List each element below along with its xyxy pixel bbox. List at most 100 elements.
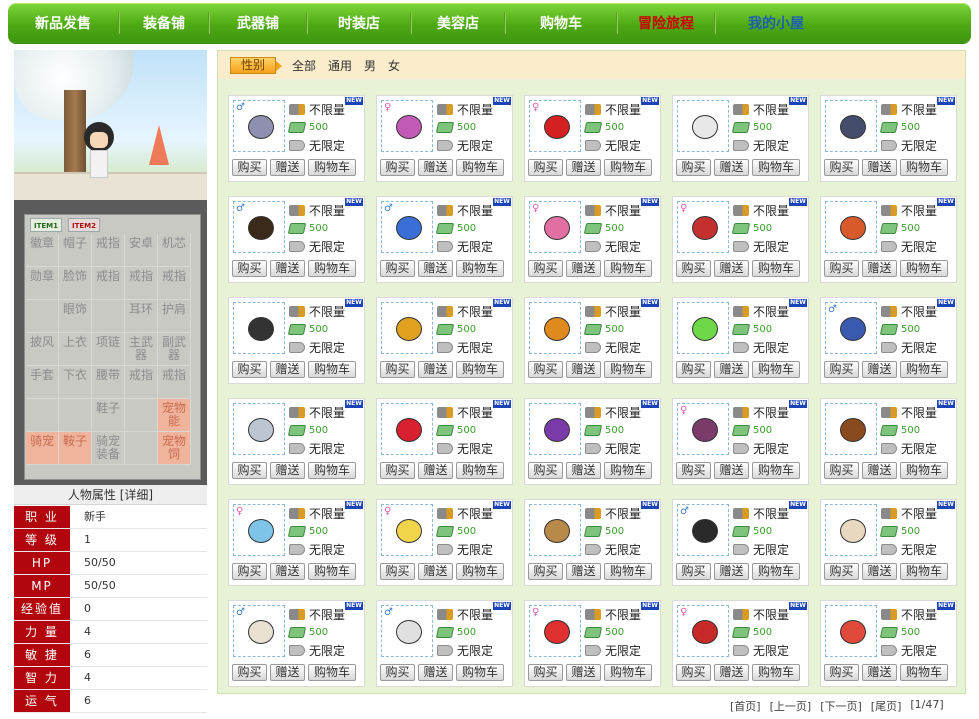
item-thumbnail[interactable]: ♀: [677, 403, 729, 455]
item-thumbnail[interactable]: ♂: [233, 605, 285, 657]
add-to-cart-button[interactable]: 购物车: [900, 361, 948, 378]
gift-button[interactable]: 赠送: [862, 563, 897, 580]
equipment-slot[interactable]: [59, 399, 92, 432]
gift-button[interactable]: 赠送: [270, 462, 305, 479]
buy-button[interactable]: 购买: [380, 563, 415, 580]
buy-button[interactable]: 购买: [232, 159, 267, 176]
add-to-cart-button[interactable]: 购物车: [900, 462, 948, 479]
buy-button[interactable]: 购买: [380, 361, 415, 378]
item-thumbnail[interactable]: ♂: [677, 504, 729, 556]
add-to-cart-button[interactable]: 购物车: [308, 563, 356, 580]
add-to-cart-button[interactable]: 购物车: [456, 361, 504, 378]
page-next-link[interactable]: [下一页]: [820, 698, 862, 714]
gift-button[interactable]: 赠送: [862, 361, 897, 378]
filter-female[interactable]: 女: [388, 57, 400, 74]
equipment-slot[interactable]: 上衣: [59, 333, 92, 366]
buy-button[interactable]: 购买: [528, 664, 563, 681]
gift-button[interactable]: 赠送: [862, 462, 897, 479]
add-to-cart-button[interactable]: 购物车: [604, 664, 652, 681]
equipment-slot[interactable]: [125, 399, 158, 432]
gift-button[interactable]: 赠送: [566, 664, 601, 681]
buy-button[interactable]: 购买: [380, 260, 415, 277]
equipment-slot[interactable]: 宠物饲: [158, 432, 191, 465]
item-thumbnail[interactable]: [233, 403, 285, 455]
add-to-cart-button[interactable]: 购物车: [604, 159, 652, 176]
add-to-cart-button[interactable]: 购物车: [456, 563, 504, 580]
item-thumbnail[interactable]: [529, 504, 581, 556]
equipment-slot[interactable]: 骑宠装备: [92, 432, 125, 465]
equipment-slot[interactable]: 徽章: [26, 234, 59, 267]
item-thumbnail[interactable]: [381, 403, 433, 455]
add-to-cart-button[interactable]: 购物车: [604, 462, 652, 479]
equipment-slot[interactable]: 戒指: [92, 234, 125, 267]
buy-button[interactable]: 购买: [824, 159, 859, 176]
equipment-slot[interactable]: 骑宠: [26, 432, 59, 465]
filter-male[interactable]: 男: [364, 57, 376, 74]
equipment-slot[interactable]: 下衣: [59, 366, 92, 399]
gift-button[interactable]: 赠送: [270, 563, 305, 580]
equipment-slot[interactable]: 披风: [26, 333, 59, 366]
add-to-cart-button[interactable]: 购物车: [456, 159, 504, 176]
equipment-slot[interactable]: 勋章: [26, 267, 59, 300]
equipment-slot[interactable]: 鞋子: [92, 399, 125, 432]
add-to-cart-button[interactable]: 购物车: [604, 260, 652, 277]
nav-item[interactable]: 冒险旅程: [618, 3, 714, 43]
item-thumbnail[interactable]: ♀: [677, 605, 729, 657]
item-thumbnail[interactable]: ♂: [233, 201, 285, 253]
equipment-slot[interactable]: 机芯: [158, 234, 191, 267]
equipment-slot[interactable]: 戒指: [125, 267, 158, 300]
buy-button[interactable]: 购买: [676, 260, 711, 277]
nav-item[interactable]: 新品发售: [8, 3, 118, 43]
add-to-cart-button[interactable]: 购物车: [308, 664, 356, 681]
buy-button[interactable]: 购买: [824, 664, 859, 681]
gift-button[interactable]: 赠送: [270, 159, 305, 176]
add-to-cart-button[interactable]: 购物车: [752, 260, 800, 277]
equipment-slot[interactable]: 主武器: [125, 333, 158, 366]
gift-button[interactable]: 赠送: [566, 260, 601, 277]
gift-button[interactable]: 赠送: [862, 159, 897, 176]
gift-button[interactable]: 赠送: [418, 361, 453, 378]
buy-button[interactable]: 购买: [528, 462, 563, 479]
gift-button[interactable]: 赠送: [566, 361, 601, 378]
page-last-link[interactable]: [尾页]: [871, 698, 902, 714]
gift-button[interactable]: 赠送: [862, 260, 897, 277]
item-thumbnail[interactable]: ♀: [529, 201, 581, 253]
add-to-cart-button[interactable]: 购物车: [308, 361, 356, 378]
gift-button[interactable]: 赠送: [862, 664, 897, 681]
equipment-slot[interactable]: 戒指: [92, 267, 125, 300]
filter-all[interactable]: 全部: [292, 57, 316, 74]
add-to-cart-button[interactable]: 购物车: [752, 563, 800, 580]
item-thumbnail[interactable]: ♀: [529, 605, 581, 657]
buy-button[interactable]: 购买: [528, 563, 563, 580]
gift-button[interactable]: 赠送: [418, 260, 453, 277]
item-thumbnail[interactable]: [825, 504, 877, 556]
gift-button[interactable]: 赠送: [714, 462, 749, 479]
add-to-cart-button[interactable]: 购物车: [752, 462, 800, 479]
gift-button[interactable]: 赠送: [566, 563, 601, 580]
equipment-slot[interactable]: [26, 399, 59, 432]
tab-item1[interactable]: ITEM1: [30, 218, 62, 232]
buy-button[interactable]: 购买: [380, 159, 415, 176]
buy-button[interactable]: 购买: [824, 361, 859, 378]
add-to-cart-button[interactable]: 购物车: [900, 563, 948, 580]
item-thumbnail[interactable]: ♂: [825, 302, 877, 354]
buy-button[interactable]: 购买: [232, 260, 267, 277]
add-to-cart-button[interactable]: 购物车: [900, 159, 948, 176]
gift-button[interactable]: 赠送: [566, 159, 601, 176]
add-to-cart-button[interactable]: 购物车: [308, 260, 356, 277]
buy-button[interactable]: 购买: [232, 462, 267, 479]
gift-button[interactable]: 赠送: [714, 260, 749, 277]
add-to-cart-button[interactable]: 购物车: [604, 361, 652, 378]
item-thumbnail[interactable]: [529, 403, 581, 455]
item-thumbnail[interactable]: [233, 302, 285, 354]
gift-button[interactable]: 赠送: [714, 159, 749, 176]
equipment-slot[interactable]: 安卓: [125, 234, 158, 267]
gift-button[interactable]: 赠送: [714, 563, 749, 580]
tab-item2[interactable]: ITEM2: [68, 218, 100, 232]
item-thumbnail[interactable]: ♂: [233, 100, 285, 152]
add-to-cart-button[interactable]: 购物车: [604, 563, 652, 580]
gift-button[interactable]: 赠送: [270, 664, 305, 681]
gift-button[interactable]: 赠送: [418, 462, 453, 479]
gift-button[interactable]: 赠送: [418, 159, 453, 176]
item-thumbnail[interactable]: ♀: [233, 504, 285, 556]
